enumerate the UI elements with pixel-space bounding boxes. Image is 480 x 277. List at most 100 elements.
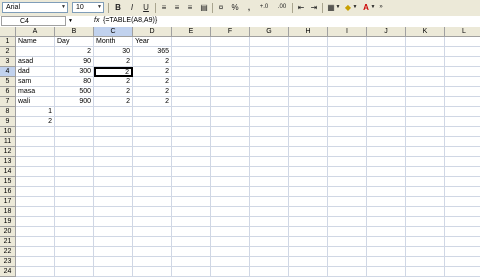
cell-c2[interactable]: 30 bbox=[94, 47, 133, 57]
cell-l17[interactable] bbox=[445, 197, 480, 207]
row-header-13[interactable]: 13 bbox=[0, 157, 16, 167]
cell-i20[interactable] bbox=[328, 227, 367, 237]
cell-d13[interactable] bbox=[133, 157, 172, 167]
comma-style-button[interactable]: , bbox=[243, 2, 255, 13]
chevron-down-icon[interactable]: ▼ bbox=[335, 2, 341, 13]
cell-g1[interactable] bbox=[250, 37, 289, 47]
cell-j1[interactable] bbox=[367, 37, 406, 47]
cell-f17[interactable] bbox=[211, 197, 250, 207]
cell-j12[interactable] bbox=[367, 147, 406, 157]
cell-g18[interactable] bbox=[250, 207, 289, 217]
row-header-3[interactable]: 3 bbox=[0, 57, 16, 67]
cell-i11[interactable] bbox=[328, 137, 367, 147]
cell-k14[interactable] bbox=[406, 167, 445, 177]
cell-d11[interactable] bbox=[133, 137, 172, 147]
cell-h15[interactable] bbox=[289, 177, 328, 187]
cell-b7[interactable]: 900 bbox=[55, 97, 94, 107]
cell-g12[interactable] bbox=[250, 147, 289, 157]
cell-j20[interactable] bbox=[367, 227, 406, 237]
increase-indent-icon[interactable]: ⇥ bbox=[308, 2, 320, 13]
cell-l3[interactable] bbox=[445, 57, 480, 67]
cell-d3[interactable]: 2 bbox=[133, 57, 172, 67]
cell-i14[interactable] bbox=[328, 167, 367, 177]
cell-g24[interactable] bbox=[250, 267, 289, 277]
select-all-corner[interactable] bbox=[0, 27, 16, 37]
cell-g11[interactable] bbox=[250, 137, 289, 147]
cell-k7[interactable] bbox=[406, 97, 445, 107]
formula-input[interactable]: {=TABLE(A8,A9)} bbox=[103, 16, 157, 26]
cell-d14[interactable] bbox=[133, 167, 172, 177]
cell-a21[interactable] bbox=[16, 237, 55, 247]
column-header-j[interactable]: J bbox=[367, 27, 406, 37]
cell-g23[interactable] bbox=[250, 257, 289, 267]
row-header-10[interactable]: 10 bbox=[0, 127, 16, 137]
cell-i9[interactable] bbox=[328, 117, 367, 127]
cell-g7[interactable] bbox=[250, 97, 289, 107]
cell-b20[interactable] bbox=[55, 227, 94, 237]
cell-h4[interactable] bbox=[289, 67, 328, 77]
cell-a7[interactable]: wali bbox=[16, 97, 55, 107]
cell-b24[interactable] bbox=[55, 267, 94, 277]
cell-b15[interactable] bbox=[55, 177, 94, 187]
cell-k10[interactable] bbox=[406, 127, 445, 137]
row-header-12[interactable]: 12 bbox=[0, 147, 16, 157]
cell-e19[interactable] bbox=[172, 217, 211, 227]
cell-k15[interactable] bbox=[406, 177, 445, 187]
cell-j21[interactable] bbox=[367, 237, 406, 247]
column-header-d[interactable]: D bbox=[133, 27, 172, 37]
cell-j15[interactable] bbox=[367, 177, 406, 187]
row-header-6[interactable]: 6 bbox=[0, 87, 16, 97]
cell-e23[interactable] bbox=[172, 257, 211, 267]
cell-a4[interactable]: dad bbox=[16, 67, 55, 77]
cell-e8[interactable] bbox=[172, 107, 211, 117]
cell-h23[interactable] bbox=[289, 257, 328, 267]
cell-c16[interactable] bbox=[94, 187, 133, 197]
cell-c14[interactable] bbox=[94, 167, 133, 177]
cell-l20[interactable] bbox=[445, 227, 480, 237]
cell-k20[interactable] bbox=[406, 227, 445, 237]
cell-a22[interactable] bbox=[16, 247, 55, 257]
cell-l5[interactable] bbox=[445, 77, 480, 87]
decrease-decimal-button[interactable]: .00 bbox=[274, 2, 290, 13]
cell-g9[interactable] bbox=[250, 117, 289, 127]
cell-h13[interactable] bbox=[289, 157, 328, 167]
column-header-h[interactable]: H bbox=[289, 27, 328, 37]
cell-g21[interactable] bbox=[250, 237, 289, 247]
cell-k18[interactable] bbox=[406, 207, 445, 217]
cell-e9[interactable] bbox=[172, 117, 211, 127]
cell-g5[interactable] bbox=[250, 77, 289, 87]
cell-f22[interactable] bbox=[211, 247, 250, 257]
cell-a5[interactable]: sam bbox=[16, 77, 55, 87]
insert-function-icon[interactable]: fx bbox=[94, 16, 99, 26]
cell-a12[interactable] bbox=[16, 147, 55, 157]
cell-j24[interactable] bbox=[367, 267, 406, 277]
cell-j13[interactable] bbox=[367, 157, 406, 167]
cell-g20[interactable] bbox=[250, 227, 289, 237]
cell-i4[interactable] bbox=[328, 67, 367, 77]
row-header-11[interactable]: 11 bbox=[0, 137, 16, 147]
cell-j22[interactable] bbox=[367, 247, 406, 257]
merge-center-icon[interactable]: ▤ bbox=[198, 2, 210, 13]
cell-k1[interactable] bbox=[406, 37, 445, 47]
cell-j23[interactable] bbox=[367, 257, 406, 267]
cell-i15[interactable] bbox=[328, 177, 367, 187]
cell-a3[interactable]: asad bbox=[16, 57, 55, 67]
cell-a11[interactable] bbox=[16, 137, 55, 147]
cell-f19[interactable] bbox=[211, 217, 250, 227]
cell-h7[interactable] bbox=[289, 97, 328, 107]
cell-l15[interactable] bbox=[445, 177, 480, 187]
cell-l23[interactable] bbox=[445, 257, 480, 267]
column-header-k[interactable]: K bbox=[406, 27, 445, 37]
cell-f20[interactable] bbox=[211, 227, 250, 237]
cell-g8[interactable] bbox=[250, 107, 289, 117]
cell-i10[interactable] bbox=[328, 127, 367, 137]
cell-a20[interactable] bbox=[16, 227, 55, 237]
cell-c15[interactable] bbox=[94, 177, 133, 187]
cell-c5[interactable]: 2 bbox=[94, 77, 133, 87]
cell-j3[interactable] bbox=[367, 57, 406, 67]
cell-a18[interactable] bbox=[16, 207, 55, 217]
cell-b8[interactable] bbox=[55, 107, 94, 117]
cell-j11[interactable] bbox=[367, 137, 406, 147]
cell-f14[interactable] bbox=[211, 167, 250, 177]
cell-l22[interactable] bbox=[445, 247, 480, 257]
